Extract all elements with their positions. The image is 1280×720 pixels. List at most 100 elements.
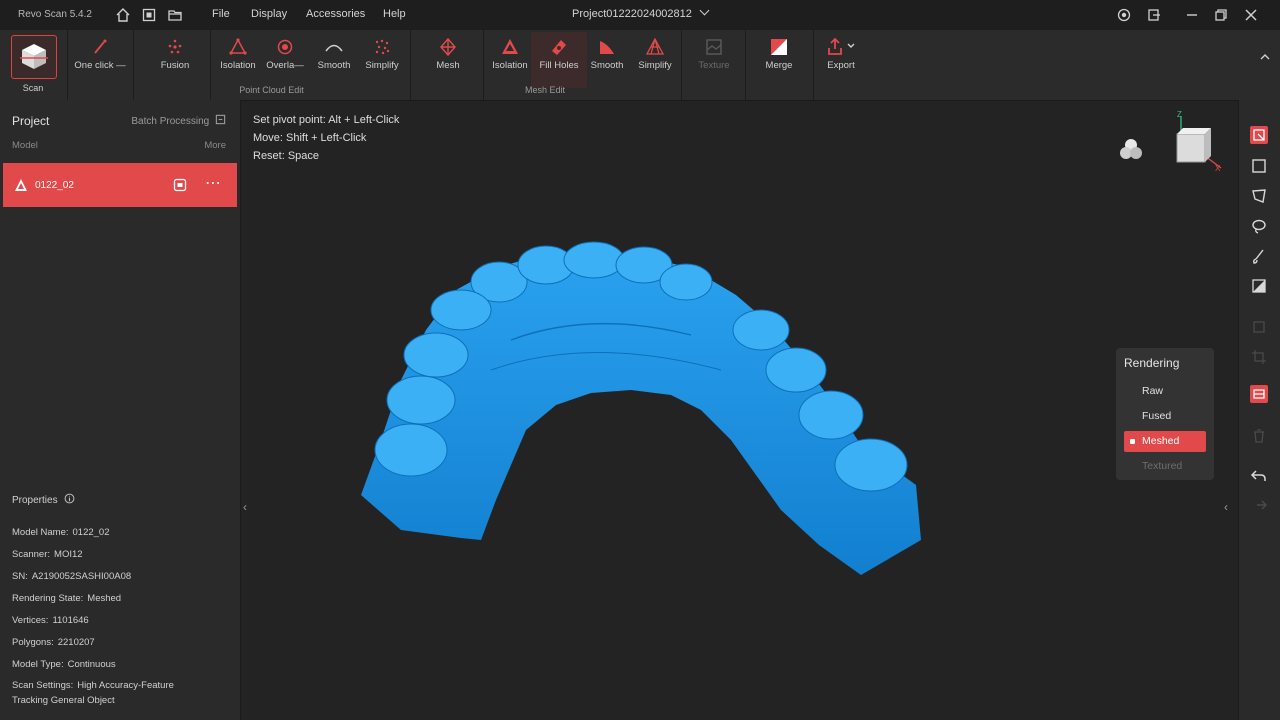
project-panel: Project Batch Processing Model More 0122… (0, 100, 241, 720)
info-icon[interactable] (64, 493, 75, 504)
merge-icon (771, 39, 787, 55)
view-style-icon[interactable] (1117, 136, 1145, 164)
texture-icon (706, 39, 722, 55)
close-icon[interactable] (1243, 7, 1259, 23)
project-panel-title: Project (12, 114, 50, 128)
folder-icon[interactable] (167, 7, 183, 23)
project-title-dropdown[interactable]: Project01222024002812 (540, 5, 740, 20)
undo-icon[interactable] (1250, 467, 1268, 485)
mesh-tool[interactable]: Mesh (420, 36, 476, 71)
isolation-icon (229, 38, 247, 55)
one-click-tool[interactable]: One click — (72, 36, 128, 71)
chevron-down-icon (699, 5, 710, 16)
delete-icon[interactable] (1250, 427, 1268, 445)
divider (681, 30, 682, 100)
texture-tool[interactable]: Texture (686, 36, 742, 71)
prop-value: High Accuracy-Feature (77, 680, 174, 691)
mesh-icon (440, 37, 456, 57)
pc-simplify-label: Simplify (365, 60, 399, 71)
more-options-icon[interactable]: ⋯ (205, 173, 222, 193)
collapse-right-panel-icon[interactable]: ‹ (1224, 500, 1228, 514)
render-option-meshed[interactable]: Meshed (1124, 431, 1206, 452)
main-toolbar: Scan One click — Fusion Isolation Overla… (0, 30, 1280, 101)
menu-display[interactable]: Display (251, 8, 287, 20)
render-option-fused[interactable]: Fused (1124, 406, 1206, 427)
model-visibility-icon[interactable] (173, 178, 187, 192)
prop-label: Rendering State: (12, 593, 84, 604)
minimize-icon[interactable] (1184, 7, 1200, 23)
overlap-tool[interactable]: Overla— (257, 36, 313, 71)
restore-icon[interactable] (1213, 7, 1229, 23)
collapse-left-panel-icon[interactable]: ‹ (243, 500, 247, 514)
prop-label: Model Type: (12, 659, 64, 670)
hint-move: Move: Shift + Left-Click (253, 132, 367, 144)
lasso-icon[interactable] (1250, 217, 1268, 235)
batch-processing-button[interactable]: Batch Processing (131, 114, 226, 127)
mesh-simplify-icon (645, 37, 665, 55)
menu-file[interactable]: File (212, 8, 230, 20)
prop-label: Scan Settings: (12, 680, 74, 691)
mesh-model-icon (15, 179, 27, 191)
prop-polygons: Polygons: 2210207 (12, 637, 95, 648)
prop-value: Continuous (67, 659, 116, 670)
simplify-dots-icon (375, 39, 390, 55)
plane-cut-icon[interactable] (1250, 385, 1268, 403)
divider (67, 30, 68, 100)
pc-simplify-tool[interactable]: Simplify (354, 36, 410, 71)
pc-smooth-label: Smooth (317, 60, 351, 71)
polygon-select-icon[interactable] (1250, 187, 1268, 205)
export-icon (828, 37, 855, 55)
fill-holes-label: Fill Holes (539, 60, 579, 71)
collapse-toolbar-icon[interactable] (1258, 50, 1272, 64)
export-tool[interactable]: Export (813, 36, 869, 71)
mesh-simplify-tool[interactable]: Simplify (627, 36, 683, 71)
redo-icon[interactable] (1250, 497, 1268, 515)
scan-button[interactable] (11, 35, 57, 79)
hint-pivot: Set pivot point: Alt + Left-Click (253, 114, 400, 126)
svg-text:X: X (1215, 164, 1221, 172)
axis-view-cube-icon[interactable]: Z X (1165, 108, 1225, 172)
model-list-item[interactable]: 0122_02 ⋯ (3, 163, 237, 207)
prop-label: SN: (12, 571, 28, 582)
merge-tool[interactable]: Merge (751, 36, 807, 71)
pc-isolation-label: Isolation (220, 60, 256, 71)
batch-processing-label: Batch Processing (131, 116, 210, 127)
prop-value: 1101646 (52, 615, 89, 626)
col-more-header: More (204, 140, 226, 151)
home-icon[interactable] (115, 7, 131, 23)
render-option-textured[interactable]: Textured (1124, 456, 1206, 477)
exit-icon[interactable] (1146, 7, 1162, 23)
model-name: 0122_02 (35, 180, 74, 191)
fusion-tool[interactable]: Fusion (147, 36, 203, 71)
smooth-curve-icon (325, 44, 343, 52)
settings-icon[interactable] (1116, 7, 1132, 23)
properties-title: Properties (12, 493, 75, 506)
prop-scan-settings: Scan Settings: High Accuracy-Feature (12, 680, 174, 691)
prop-model-name: Model Name: 0122_02 (12, 527, 109, 538)
dental-model-mesh[interactable] (341, 240, 941, 580)
wand-icon (94, 39, 107, 54)
scan-cube-icon (20, 44, 48, 69)
save-icon[interactable] (141, 7, 157, 23)
right-tool-bar (1238, 100, 1280, 720)
mesh-smooth-icon (600, 41, 614, 54)
rectangle-select-icon[interactable] (1250, 157, 1268, 175)
mesh-isolation-tool[interactable]: Isolation (482, 36, 538, 71)
prop-value: A2190052SASHI00A08 (31, 571, 132, 582)
3d-viewport[interactable]: ‹ ‹ Set pivot point: Alt + Left-Click Mo… (241, 100, 1238, 720)
mesh-simplify-label: Simplify (638, 60, 672, 71)
menu-accessories[interactable]: Accessories (306, 8, 365, 20)
batch-icon (215, 114, 226, 125)
render-option-raw[interactable]: Raw (1124, 381, 1206, 402)
crop-icon[interactable] (1250, 348, 1268, 366)
menu-help[interactable]: Help (383, 8, 406, 20)
prop-value: Meshed (87, 593, 122, 604)
prop-scanner: Scanner: MOI12 (12, 549, 83, 560)
select-tool-icon[interactable] (1250, 126, 1268, 144)
invert-selection-icon[interactable] (1250, 277, 1268, 295)
export-label: Export (827, 60, 855, 71)
brush-icon[interactable] (1250, 247, 1268, 265)
fusion-icon (168, 39, 182, 54)
merge-label: Merge (765, 60, 793, 71)
deselect-icon[interactable] (1250, 318, 1268, 336)
